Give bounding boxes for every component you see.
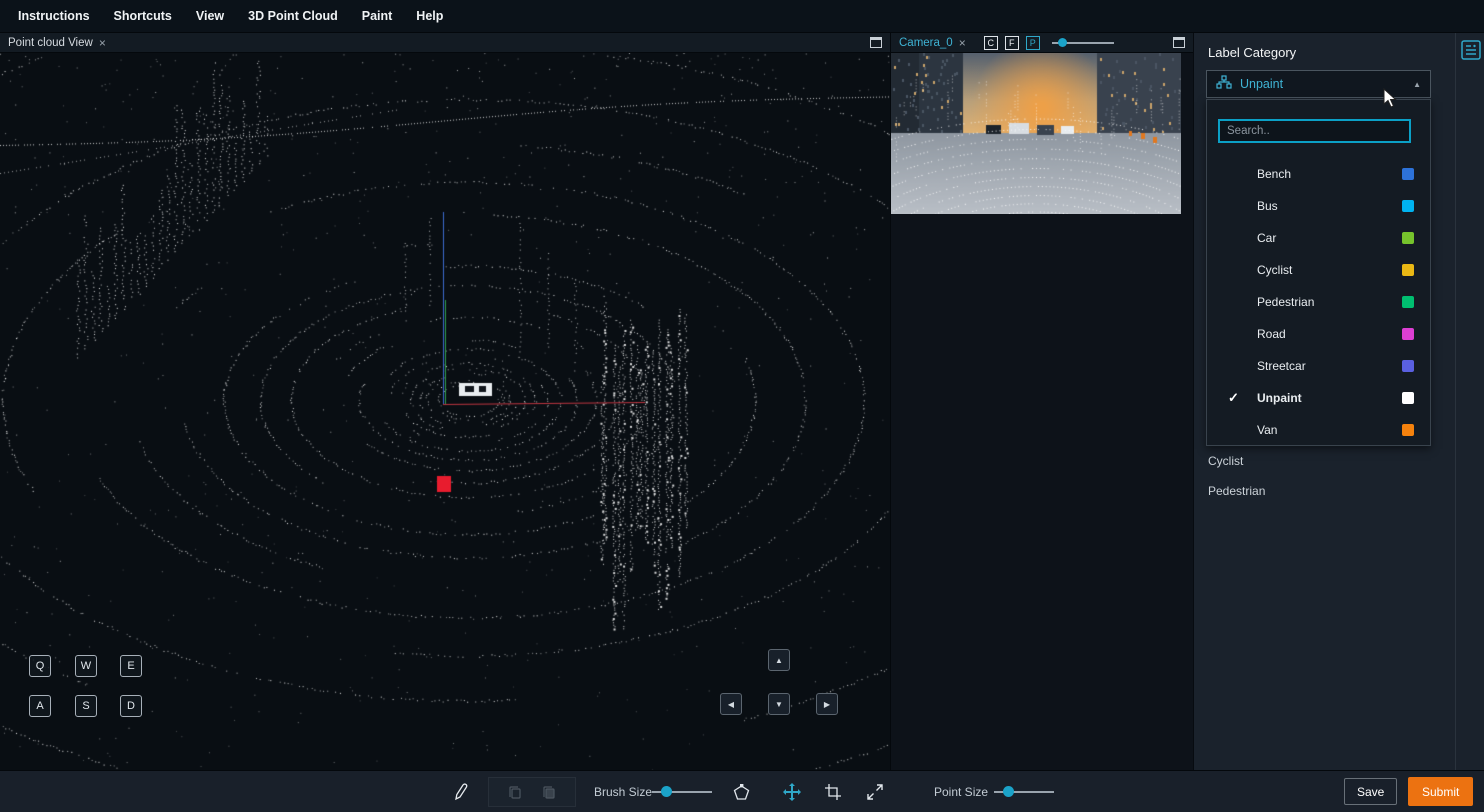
camera-maximize-icon[interactable]: [1173, 37, 1185, 48]
camera-opacity-slider[interactable]: [1052, 36, 1114, 50]
save-button[interactable]: Save: [1344, 778, 1397, 805]
key-e-button[interactable]: E: [120, 655, 142, 677]
category-row-cyclist[interactable]: Cyclist: [1207, 254, 1430, 286]
crop-tool-icon[interactable]: [824, 771, 842, 812]
category-color-swatch: [1402, 424, 1414, 436]
camera-mode-p-button[interactable]: P: [1026, 36, 1040, 50]
category-color-swatch: [1402, 200, 1414, 212]
pointcloud-maximize-icon[interactable]: [870, 37, 882, 48]
camera-panel: Camera_0 × C F P: [890, 33, 1193, 770]
camera-mode-c-button[interactable]: C: [984, 36, 998, 50]
category-color-swatch: [1402, 328, 1414, 340]
menu-3d-point-cloud[interactable]: 3D Point Cloud: [248, 9, 338, 23]
category-network-icon: [1216, 75, 1232, 94]
menu-paint[interactable]: Paint: [362, 9, 393, 23]
polygon-tool-icon[interactable]: [732, 771, 751, 812]
camera-mode-f-button[interactable]: F: [1005, 36, 1019, 50]
category-label: Pedestrian: [1257, 295, 1314, 309]
pan-up-button[interactable]: ▲: [768, 649, 790, 671]
submit-button[interactable]: Submit: [1408, 777, 1473, 806]
pointcloud-tab[interactable]: Point cloud View: [8, 37, 93, 49]
label-list-icon[interactable]: [1461, 40, 1481, 65]
category-row-pedestrian[interactable]: Pedestrian: [1207, 286, 1430, 318]
annotation-label-cyclist[interactable]: Cyclist: [1208, 454, 1243, 468]
category-label: Cyclist: [1257, 263, 1292, 277]
pointcloud-tab-close-icon[interactable]: ×: [99, 36, 106, 50]
camera-tab[interactable]: Camera_0: [899, 37, 953, 49]
category-label: Car: [1257, 231, 1276, 245]
pointcloud-tabbar: Point cloud View ×: [0, 33, 890, 53]
category-color-swatch: [1402, 392, 1414, 404]
category-color-swatch: [1402, 168, 1414, 180]
category-list: Bench Bus Car Cyclist Pedestrian Road: [1207, 158, 1430, 446]
pan-right-button[interactable]: ▶: [816, 693, 838, 715]
category-dropdown: Bench Bus Car Cyclist Pedestrian Road: [1206, 99, 1431, 446]
category-color-swatch: [1402, 232, 1414, 244]
key-a-button[interactable]: A: [29, 695, 51, 717]
category-row-van[interactable]: Van: [1207, 414, 1430, 446]
selected-category-label: Unpaint: [1240, 77, 1405, 91]
copy-icon[interactable]: [507, 784, 523, 800]
pointcloud-panel: Point cloud View × Q W E A S D ▲ ◀ ▼ ▶: [0, 33, 890, 770]
category-row-streetcar[interactable]: Streetcar: [1207, 350, 1430, 382]
category-row-bench[interactable]: Bench: [1207, 158, 1430, 190]
category-label: Streetcar: [1257, 359, 1306, 373]
move-tool-icon[interactable]: [782, 771, 802, 812]
paste-icon[interactable]: [541, 784, 557, 800]
category-color-swatch: [1402, 360, 1414, 372]
camera-canvas[interactable]: [891, 53, 1181, 214]
menu-bar: Instructions Shortcuts View 3D Point Clo…: [0, 0, 1484, 33]
menu-shortcuts[interactable]: Shortcuts: [114, 9, 172, 23]
key-s-button[interactable]: S: [75, 695, 97, 717]
category-label: Bench: [1257, 167, 1291, 181]
label-category-title: Label Category: [1208, 45, 1296, 60]
camera-tabbar: Camera_0 × C F P: [891, 33, 1193, 53]
menu-instructions[interactable]: Instructions: [18, 9, 90, 23]
key-d-button[interactable]: D: [120, 695, 142, 717]
category-label: Road: [1257, 327, 1286, 341]
category-row-car[interactable]: Car: [1207, 222, 1430, 254]
category-color-swatch: [1402, 296, 1414, 308]
annotation-label-pedestrian[interactable]: Pedestrian: [1208, 484, 1265, 498]
chevron-up-icon[interactable]: ▲: [1413, 80, 1421, 89]
paint-brush-icon[interactable]: [452, 771, 470, 812]
pan-down-button[interactable]: ▼: [768, 693, 790, 715]
category-color-swatch: [1402, 264, 1414, 276]
pan-left-button[interactable]: ◀: [720, 693, 742, 715]
menu-view[interactable]: View: [196, 9, 224, 23]
menu-help[interactable]: Help: [416, 9, 443, 23]
category-label: Bus: [1257, 199, 1278, 213]
brush-size-label: Brush Size: [594, 771, 652, 812]
copy-tools-group: [488, 777, 576, 807]
camera-tab-close-icon[interactable]: ×: [959, 36, 966, 50]
label-category-sidebar: Label Category Unpaint ▲ Bench Bus Car: [1193, 33, 1455, 770]
category-row-unpaint[interactable]: ✓ Unpaint: [1207, 382, 1430, 414]
category-label: Van: [1257, 423, 1277, 437]
brush-size-slider[interactable]: [652, 785, 712, 799]
label-category-select[interactable]: Unpaint ▲: [1206, 70, 1431, 98]
bottom-toolbar: Brush Size Point Size Save Submit: [0, 770, 1484, 812]
key-w-button[interactable]: W: [75, 655, 97, 677]
category-row-bus[interactable]: Bus: [1207, 190, 1430, 222]
key-q-button[interactable]: Q: [29, 655, 51, 677]
category-search-input[interactable]: [1218, 119, 1411, 143]
check-icon: ✓: [1228, 390, 1244, 406]
point-size-slider[interactable]: [994, 785, 1054, 799]
fullscreen-icon[interactable]: [866, 771, 884, 812]
right-tool-strip: [1455, 33, 1484, 770]
point-size-label: Point Size: [934, 771, 988, 812]
category-label: Unpaint: [1257, 391, 1302, 405]
category-row-road[interactable]: Road: [1207, 318, 1430, 350]
